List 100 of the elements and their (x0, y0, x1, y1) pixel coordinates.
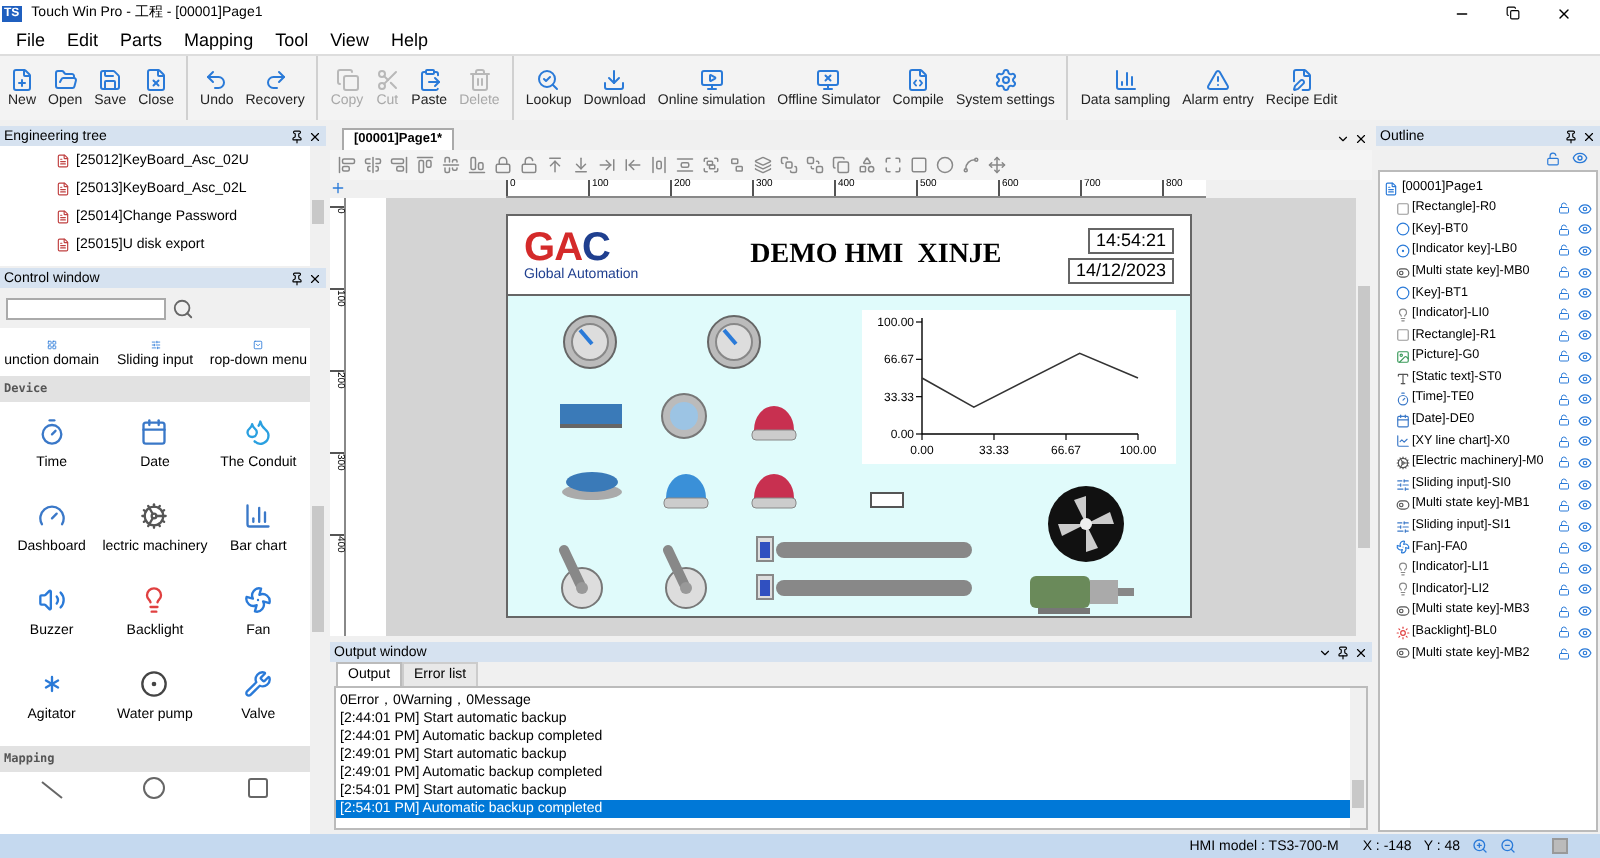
vertical-scrollbar[interactable] (1356, 198, 1372, 636)
unlock-icon[interactable] (1558, 223, 1570, 236)
lock-icon[interactable] (494, 156, 512, 174)
vertical-scrollbar[interactable] (310, 328, 326, 834)
zoom-out-icon[interactable] (1500, 838, 1516, 854)
unlock-icon[interactable] (1558, 202, 1570, 215)
space-vertical-icon[interactable] (676, 156, 694, 174)
line-shape-icon[interactable] (39, 780, 64, 800)
pin-icon[interactable] (1564, 129, 1578, 143)
unlock-icon[interactable] (1558, 414, 1570, 427)
ungroup-icon[interactable] (728, 156, 746, 174)
pin-icon[interactable] (290, 129, 304, 143)
align-bottom-icon[interactable] (468, 156, 486, 174)
unlock-icon[interactable] (1558, 266, 1570, 279)
align-right-icon[interactable] (390, 156, 408, 174)
unlock-icon[interactable] (1558, 308, 1570, 321)
square-shape-icon[interactable] (246, 776, 271, 800)
eye-icon[interactable] (1578, 243, 1592, 258)
unlock-icon[interactable] (1558, 562, 1570, 575)
eye-icon[interactable] (1578, 222, 1592, 237)
unlock-icon[interactable] (1558, 287, 1570, 300)
search-field[interactable] (6, 297, 166, 319)
eye-icon[interactable] (1578, 328, 1592, 343)
eye-icon[interactable] (1578, 349, 1592, 364)
menu-item[interactable]: File (6, 31, 56, 49)
circle-shape-icon[interactable] (142, 776, 167, 800)
close-icon[interactable] (1354, 645, 1368, 659)
unlock-icon[interactable] (520, 156, 538, 174)
eye-icon[interactable] (1578, 392, 1592, 407)
unlock-icon[interactable] (1558, 583, 1570, 596)
unlock-icon[interactable] (1558, 456, 1570, 469)
eye-icon[interactable] (1578, 582, 1592, 597)
eye-icon[interactable] (1578, 286, 1592, 301)
eye-icon[interactable] (1578, 434, 1592, 449)
unlock-icon[interactable] (1558, 435, 1570, 448)
unlock-icon[interactable] (1558, 393, 1570, 406)
unlock-icon[interactable] (1558, 605, 1570, 618)
shapes-icon[interactable] (858, 156, 876, 174)
eye-icon[interactable] (1578, 540, 1592, 555)
eye-icon[interactable] (1578, 371, 1592, 386)
unlock-icon[interactable] (1558, 541, 1570, 554)
eye-icon[interactable] (1578, 201, 1592, 216)
unlock-icon[interactable] (1558, 626, 1570, 639)
move-icon[interactable] (988, 156, 1006, 174)
menu-item[interactable]: View (320, 31, 379, 49)
close-icon[interactable] (308, 271, 322, 285)
eye-icon[interactable] (1578, 646, 1592, 661)
move-up-icon[interactable] (546, 156, 564, 174)
close-icon[interactable] (1354, 131, 1368, 145)
group-icon[interactable] (702, 156, 720, 174)
eye-icon[interactable] (1578, 604, 1592, 619)
eye-icon[interactable] (1578, 307, 1592, 322)
eye-icon[interactable] (1578, 413, 1592, 428)
eye-icon[interactable] (1578, 498, 1592, 513)
circle-icon[interactable] (936, 156, 954, 174)
layers-icon[interactable] (754, 156, 772, 174)
vertical-scrollbar[interactable] (310, 146, 326, 266)
unlock-icon[interactable] (1546, 151, 1560, 165)
pin-icon[interactable] (1336, 645, 1350, 659)
close-icon[interactable] (1582, 129, 1596, 143)
unlock-icon[interactable] (1558, 520, 1570, 533)
dropdown-icon[interactable] (1336, 131, 1350, 145)
unlock-icon[interactable] (1558, 372, 1570, 385)
space-horizontal-icon[interactable] (650, 156, 668, 174)
unlock-icon[interactable] (1558, 329, 1570, 342)
restore-icon[interactable] (1506, 6, 1520, 20)
eye-icon[interactable] (1578, 477, 1592, 492)
align-middle-icon[interactable] (442, 156, 460, 174)
dropdown-icon[interactable] (1318, 645, 1332, 659)
pin-icon[interactable] (290, 271, 304, 285)
eye-icon[interactable] (1578, 561, 1592, 576)
close-icon[interactable] (1556, 5, 1572, 21)
unlock-icon[interactable] (1558, 350, 1570, 363)
align-center-icon[interactable] (364, 156, 382, 174)
unlock-icon[interactable] (1558, 499, 1570, 512)
bring-front-icon[interactable] (780, 156, 798, 174)
square-icon[interactable] (910, 156, 928, 174)
spline-icon[interactable] (962, 156, 980, 174)
align-top-icon[interactable] (416, 156, 434, 174)
unlock-icon[interactable] (1558, 244, 1570, 257)
send-back-icon[interactable] (806, 156, 824, 174)
move-left-icon[interactable] (624, 156, 642, 174)
eye-icon[interactable] (1578, 625, 1592, 640)
eye-icon[interactable] (1572, 150, 1588, 166)
eye-icon[interactable] (1578, 455, 1592, 470)
eye-icon[interactable] (1578, 265, 1592, 280)
vertical-scrollbar[interactable] (1350, 688, 1366, 828)
menu-item[interactable]: Parts (110, 31, 173, 49)
move-down-icon[interactable] (572, 156, 590, 174)
zoom-in-icon[interactable] (1472, 838, 1488, 854)
search-icon[interactable] (172, 297, 194, 319)
duplicate-icon[interactable] (832, 156, 850, 174)
eye-icon[interactable] (1578, 519, 1592, 534)
unlock-icon[interactable] (1558, 647, 1570, 660)
maximize-icon[interactable] (884, 156, 902, 174)
menu-item[interactable]: Help (380, 31, 438, 49)
menu-item[interactable]: Tool (265, 31, 319, 49)
align-left-icon[interactable] (338, 156, 356, 174)
menu-item[interactable]: Edit (57, 31, 109, 49)
unlock-icon[interactable] (1558, 478, 1570, 491)
